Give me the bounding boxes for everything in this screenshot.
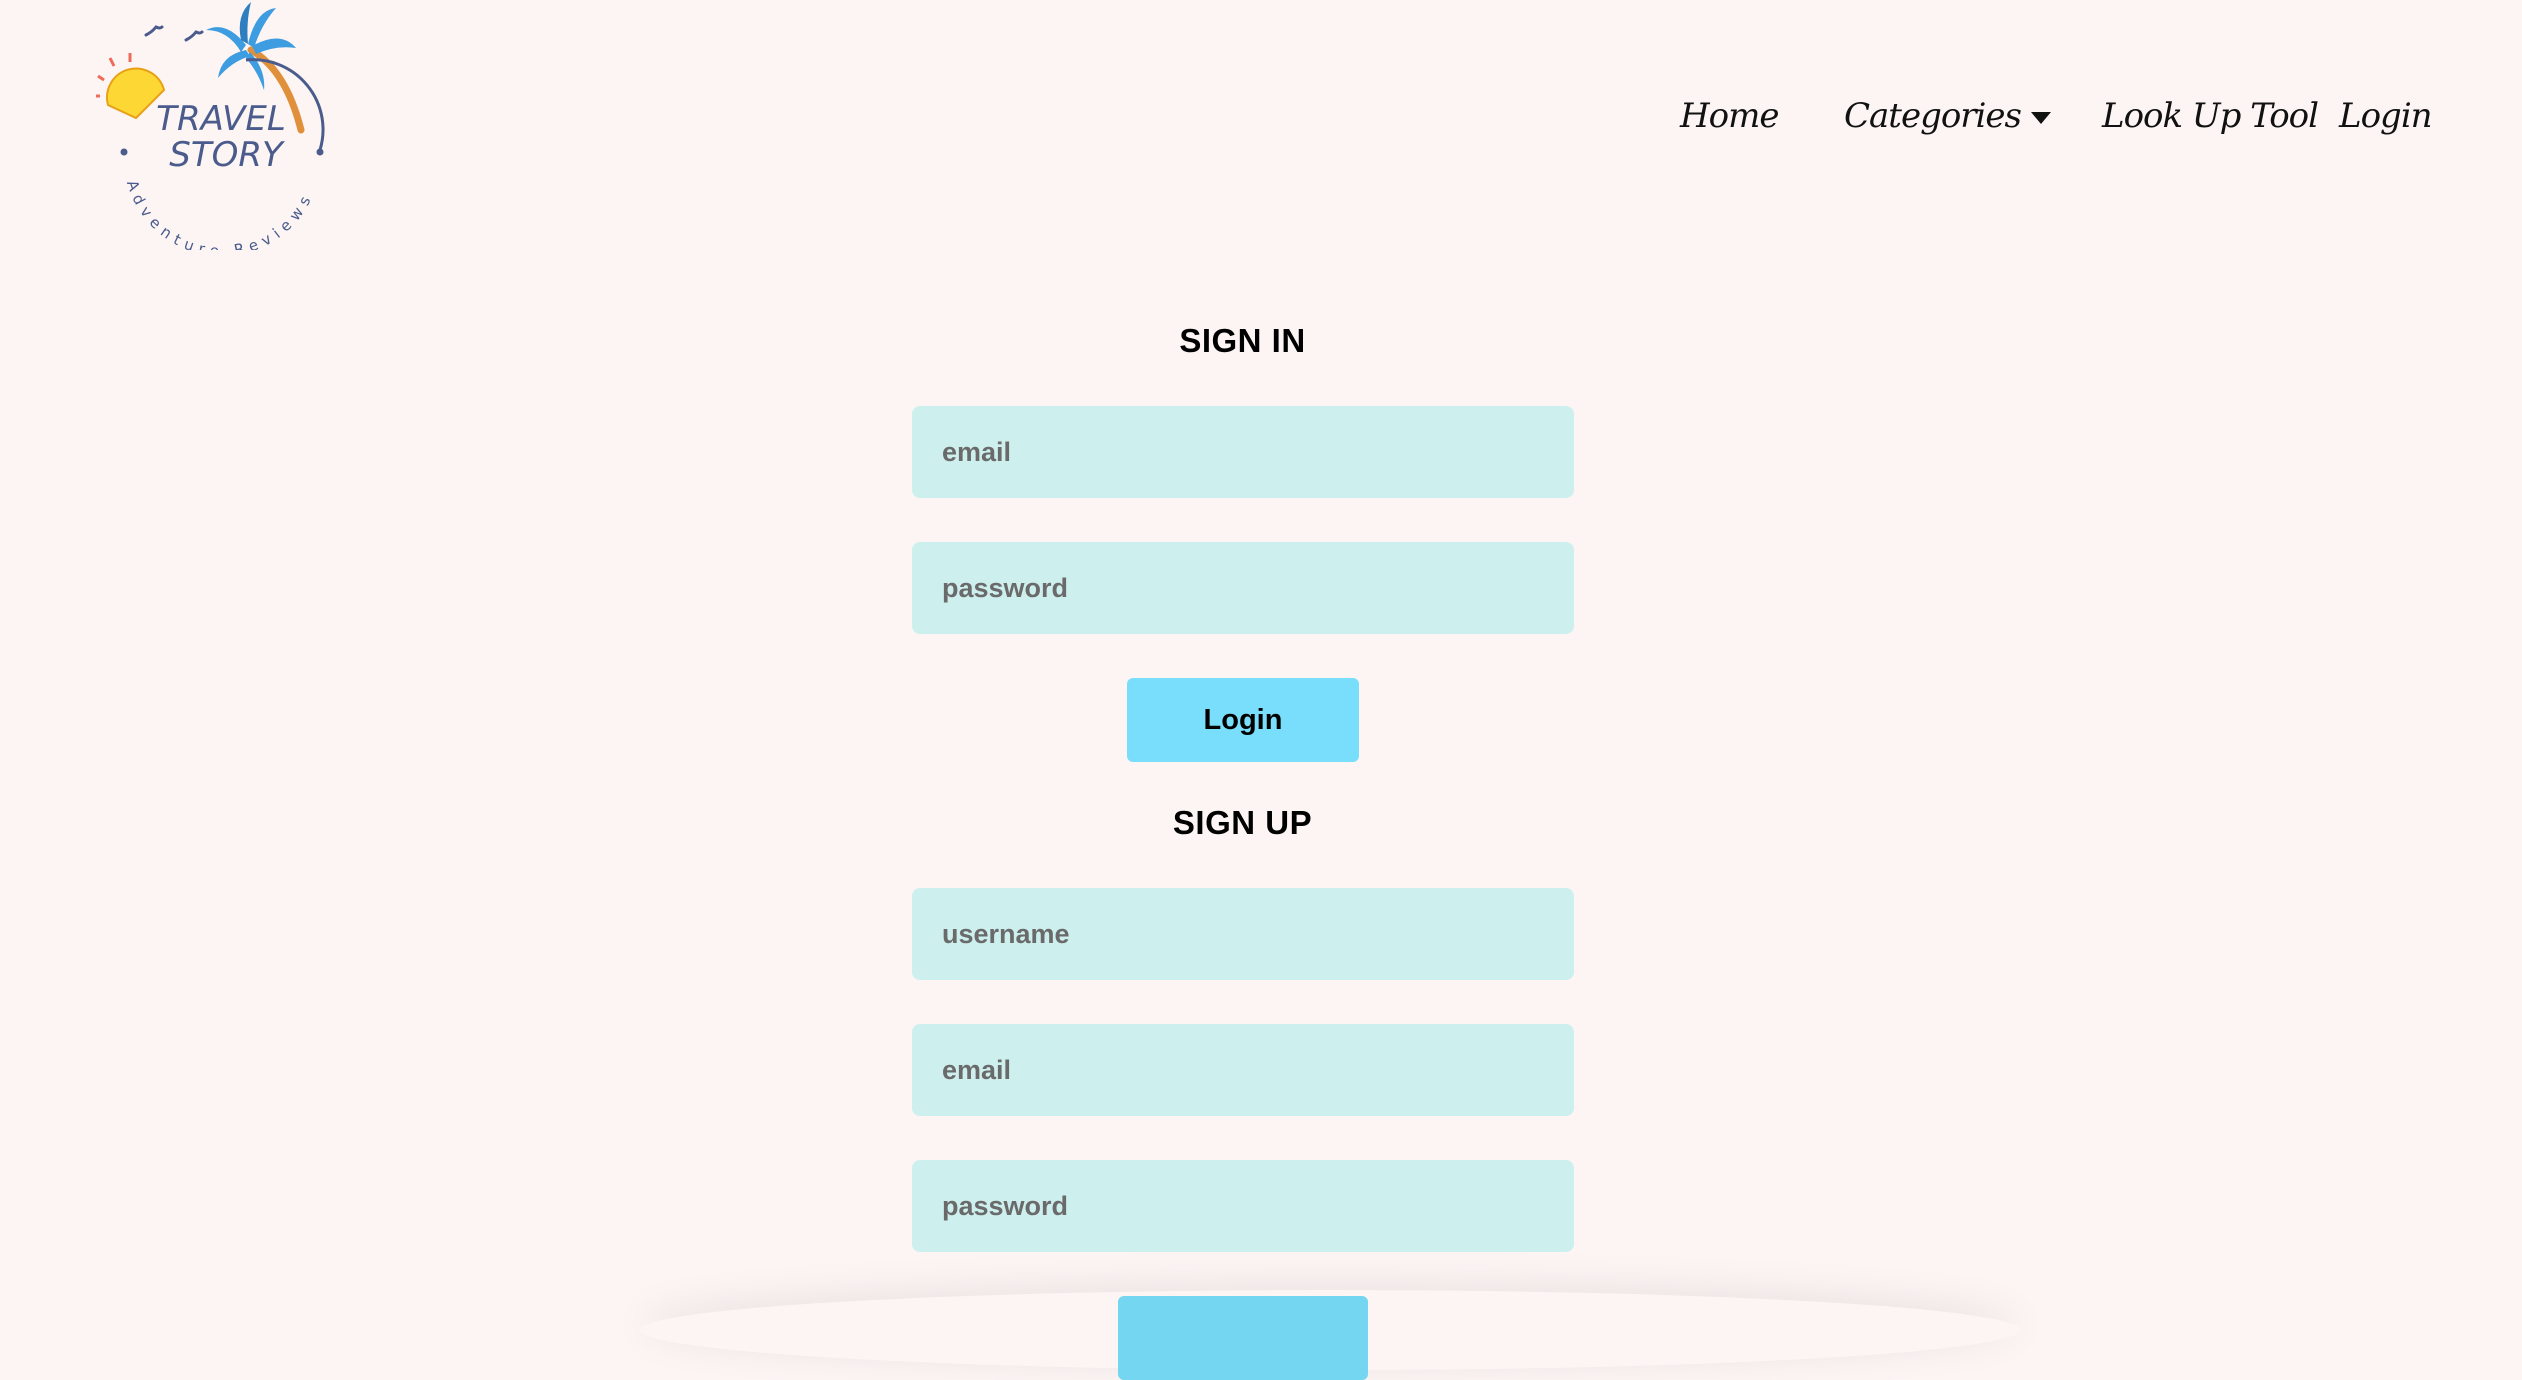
signin-password-input[interactable] (912, 542, 1574, 634)
main-nav: Home Categories Look Up Tool Login (0, 96, 2522, 146)
signup-password-input[interactable] (912, 1160, 1574, 1252)
sign-in-heading: SIGN IN (1179, 322, 1306, 359)
sign-up-heading: SIGN UP (1172, 804, 1313, 841)
signup-button[interactable] (1118, 1296, 1368, 1380)
nav-categories-label: Categories (1844, 96, 2022, 136)
signup-username-input[interactable] (912, 888, 1574, 980)
svg-text:Adventure Reviews: Adventure Reviews (123, 178, 317, 250)
signup-email-input[interactable] (912, 1024, 1574, 1116)
login-button[interactable]: Login (1127, 678, 1359, 762)
nav-login[interactable]: Login (2339, 96, 2433, 136)
nav-home[interactable]: Home (1680, 96, 1779, 136)
bird-icon (184, 30, 204, 42)
bird-icon (144, 25, 164, 37)
nav-categories[interactable]: Categories (1844, 96, 2051, 136)
signin-email-input[interactable] (912, 406, 1574, 498)
nav-look-up-tool[interactable]: Look Up Tool (2102, 96, 2319, 136)
caret-down-icon (2031, 112, 2051, 124)
logo-tagline: Adventure Reviews (123, 178, 311, 250)
